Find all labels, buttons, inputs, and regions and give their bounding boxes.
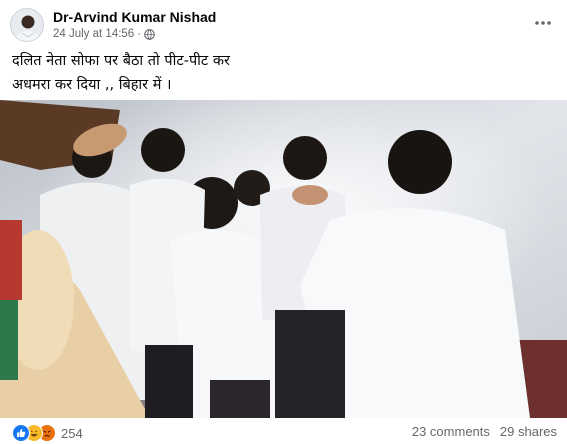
author-name[interactable]: Dr-Arvind Kumar Nishad bbox=[53, 9, 216, 25]
avatar-image bbox=[11, 9, 43, 41]
meta-separator: · bbox=[137, 28, 142, 40]
more-dots-icon bbox=[535, 21, 551, 25]
video-thumbnail bbox=[0, 100, 567, 418]
post-video[interactable] bbox=[0, 100, 567, 418]
post-text-line: अधमरा कर दिया ,, बिहार में । bbox=[12, 77, 172, 93]
engagement-stats: 23 comments 29 shares bbox=[412, 424, 557, 439]
globe-icon bbox=[144, 28, 155, 40]
reactions-summary[interactable]: 254 bbox=[12, 424, 83, 442]
like-icon bbox=[12, 424, 30, 442]
author-avatar[interactable] bbox=[10, 8, 44, 42]
comments-count-link[interactable]: 23 comments bbox=[412, 424, 490, 439]
post-text: दलित नेता सोफा पर बैठा तो पीट-पीट कर अधम… bbox=[12, 49, 552, 97]
post-date[interactable]: 24 July at 14:56 bbox=[53, 28, 134, 40]
more-options-button[interactable] bbox=[533, 15, 553, 31]
post-footer: 254 23 comments 29 shares bbox=[0, 418, 567, 444]
shares-count-link[interactable]: 29 shares bbox=[500, 424, 557, 439]
reaction-count: 254 bbox=[61, 425, 83, 441]
post-meta: 24 July at 14:56 · bbox=[53, 28, 155, 40]
post-text-line: दलित नेता सोफा पर बैठा तो पीट-पीट कर bbox=[12, 53, 230, 69]
post-header: Dr-Arvind Kumar Nishad 24 July at 14:56 … bbox=[0, 0, 567, 46]
